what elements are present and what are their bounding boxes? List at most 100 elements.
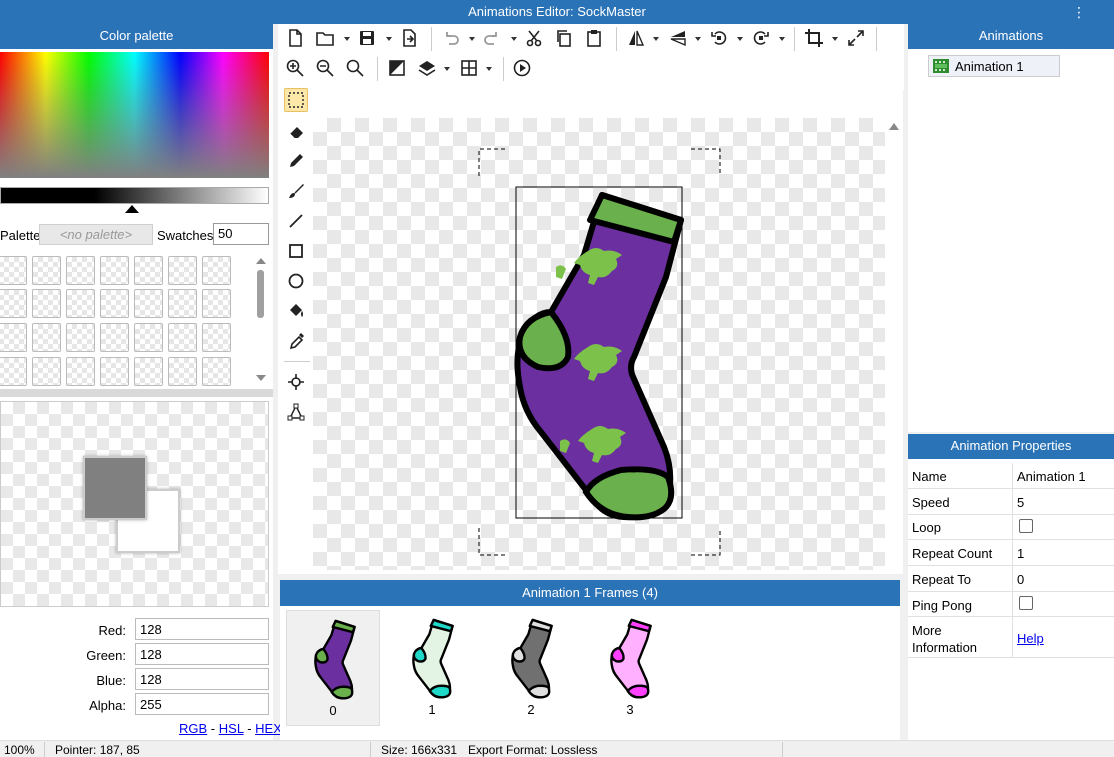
export-button[interactable] [398,27,420,49]
palette-swatch[interactable] [66,256,95,285]
palette-swatch[interactable] [66,323,95,352]
more-options-icon[interactable]: ⋮ [1072,2,1086,22]
frame-thumbnail[interactable]: 1 [385,610,479,726]
invert-button[interactable] [386,57,408,79]
palette-swatch[interactable] [134,256,163,285]
scroll-down-icon[interactable] [256,375,266,381]
scroll-thumb[interactable] [257,270,264,318]
redo-button[interactable] [481,27,503,49]
grid-button[interactable] [458,57,480,79]
chevron-down-icon[interactable] [486,67,492,71]
paste-button[interactable] [583,27,605,49]
animation-list-item[interactable]: Animation 1 [928,55,1060,77]
palette-swatch[interactable] [168,323,197,352]
chevron-down-icon[interactable] [832,37,838,41]
swatches-count-input[interactable]: 50 [213,223,269,245]
palette-swatch[interactable] [202,323,231,352]
palette-swatch[interactable] [134,323,163,352]
pencil-tool[interactable] [284,149,308,173]
palette-swatch[interactable] [66,289,95,318]
flip-vertical-button[interactable] [667,27,689,49]
palette-swatch[interactable] [100,357,129,386]
luminance-slider-handle[interactable] [125,205,139,213]
open-folder-button[interactable] [314,27,336,49]
scroll-up-icon[interactable] [889,123,899,130]
resize-button[interactable] [845,27,867,49]
fill-bucket-tool[interactable] [284,299,308,323]
line-tool[interactable] [284,209,308,233]
palette-swatch[interactable] [100,323,129,352]
pivot-tool[interactable] [284,370,308,394]
blue-input[interactable]: 128 [135,668,269,690]
save-button[interactable] [356,27,378,49]
palette-swatch[interactable] [0,323,27,352]
color-spectrum-picker[interactable] [0,52,269,178]
prop-repeat-to-value[interactable]: 0 [1017,572,1024,587]
palette-swatch[interactable] [202,289,231,318]
frame-thumbnail[interactable]: 0 [286,610,380,726]
chevron-down-icon[interactable] [737,37,743,41]
rectangle-tool[interactable] [284,239,308,263]
palette-swatch[interactable] [32,289,61,318]
chevron-down-icon[interactable] [444,67,450,71]
palette-swatch[interactable] [32,256,61,285]
palette-swatch[interactable] [134,289,163,318]
loop-checkbox[interactable] [1019,519,1033,533]
zoom-in-button[interactable] [284,57,306,79]
foreground-color-swatch[interactable] [83,456,147,520]
rgb-link[interactable]: RGB [179,721,207,736]
palette-swatch[interactable] [168,256,197,285]
zoom-out-button[interactable] [314,57,336,79]
select-rect-tool[interactable] [284,88,308,112]
ping-pong-checkbox[interactable] [1019,596,1033,610]
palette-swatch[interactable] [134,357,163,386]
palette-swatch[interactable] [0,357,27,386]
palette-swatch[interactable] [100,256,129,285]
chevron-down-icon[interactable] [469,37,475,41]
hsl-link[interactable]: HSL [219,721,244,736]
chevron-down-icon[interactable] [511,37,517,41]
palette-swatch[interactable] [32,357,61,386]
layers-button[interactable] [416,57,438,79]
new-file-button[interactable] [284,27,306,49]
chevron-down-icon[interactable] [779,37,785,41]
green-input[interactable]: 128 [135,643,269,665]
frame-thumbnail[interactable]: 2 [484,610,578,726]
shape-vertex-tool[interactable] [284,400,308,424]
brush-tool[interactable] [284,179,308,203]
prop-name-value[interactable]: Animation 1 [1017,469,1086,484]
palette-swatch[interactable] [168,289,197,318]
chevron-down-icon[interactable] [653,37,659,41]
prop-repeat-count-value[interactable]: 1 [1017,546,1024,561]
chevron-down-icon[interactable] [344,37,350,41]
prop-speed-value[interactable]: 5 [1017,495,1024,510]
alpha-input[interactable]: 255 [135,693,269,715]
palette-swatch[interactable] [0,256,27,285]
canvas-vertical-scrollbar[interactable] [885,118,903,574]
chevron-down-icon[interactable] [386,37,392,41]
eyedropper-tool[interactable] [284,329,308,353]
ellipse-tool[interactable] [284,269,308,293]
palette-swatch[interactable] [66,357,95,386]
palette-swatch[interactable] [202,256,231,285]
palette-swatch[interactable] [32,323,61,352]
luminance-slider[interactable] [0,187,269,204]
cut-button[interactable] [523,27,545,49]
crop-button[interactable] [803,27,825,49]
hex-link[interactable]: HEX [255,721,282,736]
palette-swatch[interactable] [100,289,129,318]
palette-swatch[interactable] [202,357,231,386]
zoom-actual-button[interactable] [344,57,366,79]
palette-swatch[interactable] [0,289,27,318]
rotate-left-button[interactable] [708,27,730,49]
flip-horizontal-button[interactable] [625,27,647,49]
palette-swatch[interactable] [168,357,197,386]
undo-button[interactable] [440,27,462,49]
scroll-up-icon[interactable] [256,258,266,264]
chevron-down-icon[interactable] [695,37,701,41]
copy-button[interactable] [553,27,575,49]
swatch-scrollbar[interactable] [253,256,269,386]
rotate-right-button[interactable] [750,27,772,49]
red-input[interactable]: 128 [135,618,269,640]
eraser-tool[interactable] [284,119,308,143]
